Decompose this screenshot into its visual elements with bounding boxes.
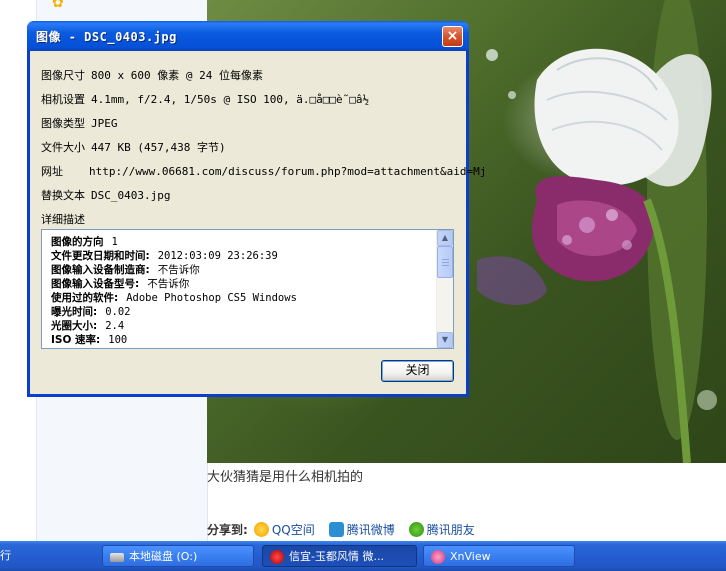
detail-value: 0.02	[105, 306, 131, 318]
type-label: 图像类型	[41, 117, 85, 130]
url-value[interactable]: http://www.06681.com/discuss/forum.php?m…	[89, 165, 486, 178]
detail-key: 曝光时间:	[51, 306, 98, 318]
grip-line	[442, 265, 449, 266]
detail-line: 图像输入设备制造商: 不告诉你	[51, 263, 431, 277]
xnview-icon	[431, 550, 445, 564]
scroll-up-icon[interactable]: ▲	[437, 230, 453, 246]
filesize-value: 447 KB (457,438 字节)	[91, 141, 226, 154]
row-camera: 相机设置 4.1mm, f/2.4, 1/50s @ ISO 100, ä.□å□…	[41, 91, 369, 107]
taskbar: 行 本地磁盘 (O:) 信宜-玉都风情 微... XnView	[0, 541, 726, 571]
taskbar-item-xnview-label: XnView	[450, 550, 491, 563]
taskbar-item-local-disk[interactable]: 本地磁盘 (O:)	[102, 545, 254, 567]
image-properties-dialog: 图像 - DSC_0403.jpg × 图像尺寸 800 x 600 像素 @ 2…	[27, 21, 486, 397]
detail-line: 图像的方向 1	[51, 235, 431, 249]
detail-key: 文件更改日期和时间:	[51, 250, 150, 262]
detail-key: ISO 速率:	[51, 334, 101, 346]
taskbar-item-xnview[interactable]: XnView	[423, 545, 575, 567]
detail-line: ISO 速率: 100	[51, 333, 431, 347]
grip-line	[442, 262, 449, 263]
row-url: 网址 http://www.06681.com/discuss/forum.php…	[41, 163, 486, 179]
share-qzone-link[interactable]: QQ空间	[253, 521, 315, 538]
row-alt: 替换文本 DSC_0403.jpg	[41, 187, 170, 203]
close-icon[interactable]: ×	[442, 26, 463, 47]
alt-value: DSC_0403.jpg	[91, 189, 171, 202]
dialog-titlebar[interactable]: 图像 - DSC_0403.jpg ×	[27, 21, 469, 51]
share-tencent-weibo-label: 腾讯微博	[346, 523, 395, 537]
opera-icon	[270, 550, 284, 564]
star-icon: ✿	[52, 0, 64, 11]
taskbar-item-browser[interactable]: 信宜-玉都风情 微...	[262, 545, 417, 567]
row-filesize: 文件大小 447 KB (457,438 字节)	[41, 139, 226, 155]
detail-textbox[interactable]: 图像的方向 1 文件更改日期和时间: 2012:03:09 23:26:39 图像输…	[41, 229, 454, 349]
dimensions-value: 800 x 600 像素 @ 24 位每像素	[91, 69, 263, 82]
camera-label: 相机设置	[41, 93, 85, 106]
taskbar-item-browser-label: 信宜-玉都风情 微...	[289, 550, 384, 563]
dialog-title: 图像 - DSC_0403.jpg	[36, 30, 177, 44]
detail-value: 2012:03:09 23:26:39	[157, 250, 278, 262]
grip-line	[442, 259, 449, 260]
detail-label: 详细描述	[41, 213, 85, 226]
share-tencent-weibo-link[interactable]: 腾讯微博	[328, 521, 395, 538]
qzone-icon	[253, 522, 269, 537]
detail-value: 2.4	[105, 320, 125, 332]
post-caption: 大伙猜猜是用什么相机拍的	[207, 470, 364, 485]
row-detail: 详细描述	[41, 211, 91, 227]
drive-icon	[110, 552, 124, 562]
taskbar-cut-item[interactable]: 行	[0, 545, 12, 567]
detail-key: 图像输入设备型号:	[51, 278, 140, 290]
scroll-down-icon[interactable]: ▼	[437, 332, 453, 348]
type-value: JPEG	[91, 117, 118, 130]
url-label: 网址	[41, 165, 63, 178]
row-type: 图像类型 JPEG	[41, 115, 118, 131]
share-qzone-label: QQ空间	[271, 523, 315, 537]
dimensions-label: 图像尺寸	[41, 69, 85, 82]
alt-label: 替换文本	[41, 189, 85, 202]
camera-value: 4.1mm, f/2.4, 1/50s @ ISO 100, ä.□å□□è˜□…	[91, 93, 370, 106]
tencent-weibo-icon	[328, 522, 344, 537]
share-tencent-friends-label: 腾讯朋友	[426, 523, 475, 537]
detail-value: 不告诉你	[147, 278, 190, 290]
detail-key: 图像输入设备制造商:	[51, 264, 150, 276]
detail-line: 光圈大小: 2.4	[51, 319, 431, 333]
detail-line: 文件更改日期和时间: 2012:03:09 23:26:39	[51, 249, 431, 263]
detail-line: 图像输入设备型号: 不告诉你	[51, 277, 431, 291]
row-dimensions: 图像尺寸 800 x 600 像素 @ 24 位每像素	[41, 67, 263, 83]
share-tencent-friends-link[interactable]: 腾讯朋友	[408, 521, 475, 538]
share-bar: 分享到: QQ空间 腾讯微博 腾讯朋友	[207, 521, 483, 538]
detail-line: 使用过的软件: Adobe Photoshop CS5 Windows	[51, 291, 431, 305]
detail-key: 光圈大小:	[51, 320, 98, 332]
scroll-thumb[interactable]	[437, 246, 453, 278]
clover-icon	[408, 522, 424, 537]
detail-value: 1	[111, 236, 118, 248]
detail-scrollbar[interactable]: ▲ ▼	[436, 230, 453, 348]
detail-value: 100	[108, 334, 128, 346]
detail-lines: 图像的方向 1 文件更改日期和时间: 2012:03:09 23:26:39 图像输…	[51, 235, 431, 347]
close-button[interactable]: 关闭	[381, 360, 454, 382]
detail-value: 不告诉你	[157, 264, 200, 276]
dialog-body: 图像尺寸 800 x 600 像素 @ 24 位每像素 相机设置 4.1mm, f/…	[30, 51, 486, 394]
detail-line: 曝光时间: 0.02	[51, 305, 431, 319]
filesize-label: 文件大小	[41, 141, 85, 154]
detail-key: 使用过的软件:	[51, 292, 119, 304]
detail-key: 图像的方向	[51, 236, 104, 248]
detail-value: Adobe Photoshop CS5 Windows	[126, 292, 297, 304]
share-label: 分享到:	[207, 523, 248, 537]
taskbar-item-local-disk-label: 本地磁盘 (O:)	[129, 550, 198, 563]
